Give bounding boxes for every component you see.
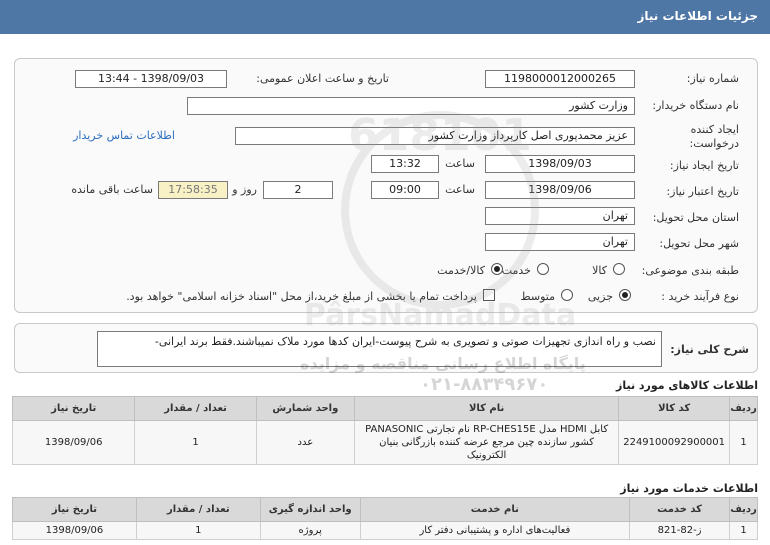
process-minor-radio[interactable]	[619, 289, 631, 301]
process-minor-label: جزیی	[587, 290, 613, 303]
services-table: ردیف کد خدمت نام خدمت واحد اندازه گیری ت…	[12, 497, 758, 540]
treasury-payment-note: پرداخت تمام یا بخشی از مبلغ خرید،از محل …	[126, 290, 477, 303]
goods-header-row: ردیف کد کالا نام کالا واحد شمارش تعداد /…	[11, 396, 758, 421]
goods-cell-name: کابل HDMI مدل RP-CHES15E نام تجارتی PANA…	[353, 420, 620, 465]
announce-field[interactable]: 1398/09/03 - 13:44	[75, 70, 227, 88]
treasury-payment-checkbox[interactable]	[483, 289, 495, 301]
category-service-radio[interactable]	[537, 263, 549, 275]
process-medium-label: متوسط	[520, 290, 555, 303]
created-date-label: تاریخ ایجاد نیاز:	[669, 159, 739, 172]
announce-label: تاریخ و ساعت اعلان عمومی:	[256, 72, 389, 85]
services-col-date: تاریخ نیاز	[12, 497, 137, 522]
created-date-field[interactable]: 1398/09/03	[485, 155, 635, 173]
services-col-code: کد خدمت	[629, 497, 731, 522]
creator-label-1: ایجاد کننده	[690, 123, 739, 136]
goods-cell-date: 1398/09/06	[11, 420, 136, 465]
goods-cell-unit: عدد	[255, 420, 356, 465]
created-time-field[interactable]: 13:32	[371, 155, 439, 173]
services-section-title: اطلاعات خدمات مورد نیاز	[620, 482, 758, 495]
process-label: نوع فرآیند خرید :	[661, 290, 739, 303]
page-title: جزئیات اطلاعات نیاز	[637, 9, 758, 23]
days-label: روز و	[232, 183, 257, 196]
services-cell-row: 1	[729, 521, 758, 540]
category-goods-radio[interactable]	[613, 263, 625, 275]
goods-col-name: نام کالا	[353, 396, 620, 421]
table-row[interactable]: 1 2249100092900001 کابل HDMI مدل RP-CHES…	[11, 420, 758, 465]
services-cell-unit: پروژه	[259, 521, 361, 540]
services-header-row: ردیف کد خدمت نام خدمت واحد اندازه گیری ت…	[12, 497, 758, 522]
table-row[interactable]: 1 ز-82-821 فعالیت‌های اداره و پشتیبانی د…	[12, 521, 758, 540]
remaining-label: ساعت باقی مانده	[71, 183, 153, 196]
city-label: شهر محل تحویل:	[659, 237, 739, 250]
process-medium-radio[interactable]	[561, 289, 573, 301]
valid-date-field[interactable]: 1398/09/06	[485, 181, 635, 199]
goods-section-title: اطلاعات کالاهای مورد نیاز	[616, 379, 758, 392]
need-info-panel: شماره نیاز: 1198000012000265 تاریخ و ساع…	[14, 58, 758, 313]
category-goods-service-radio[interactable]	[491, 263, 503, 275]
services-cell-code: ز-82-821	[629, 521, 731, 540]
goods-table: ردیف کد کالا نام کالا واحد شمارش تعداد /…	[11, 396, 758, 465]
category-label: طبقه بندی موضوعی:	[641, 264, 739, 277]
watermark-line1: پایگاه اطلاع رسانی مناقصه و مزایده	[300, 354, 586, 373]
valid-date-label: تاریخ اعتبار نیاز:	[666, 185, 739, 198]
services-cell-name: فعالیت‌های اداره و پشتیبانی دفتر کار	[359, 521, 631, 540]
valid-time-field[interactable]: 09:00	[371, 181, 439, 199]
creator-label-2: درخواست:	[689, 137, 739, 150]
buyer-org-label: نام دستگاه خریدار:	[652, 99, 739, 112]
buyer-org-field[interactable]: وزارت کشور	[187, 97, 635, 115]
services-col-qty: تعداد / مقدار	[135, 497, 261, 522]
goods-cell-row: 1	[729, 420, 758, 465]
created-time-label: ساعت	[445, 157, 475, 170]
page-header: جزئیات اطلاعات نیاز	[0, 0, 770, 34]
category-service-label: خدمت	[501, 264, 531, 277]
need-number-label: شماره نیاز:	[686, 72, 739, 85]
valid-time-label: ساعت	[445, 183, 475, 196]
remaining-time-field: 17:58:35	[158, 181, 228, 199]
goods-col-qty: تعداد / مقدار	[134, 396, 257, 421]
category-goods-label: کالا	[592, 264, 607, 277]
services-col-row: ردیف	[729, 497, 758, 522]
services-col-name: نام خدمت	[359, 497, 631, 522]
goods-col-date: تاریخ نیاز	[11, 396, 136, 421]
watermark-phone: ۰۲۱-۸۸۳۴۹۶۷۰	[420, 374, 549, 395]
province-label: استان محل تحویل:	[652, 211, 739, 224]
services-cell-date: 1398/09/06	[12, 521, 137, 540]
goods-cell-code: 2249100092900001	[618, 420, 731, 465]
city-field[interactable]: تهران	[485, 233, 635, 251]
goods-cell-qty: 1	[134, 420, 257, 465]
creator-field[interactable]: عزیز محمدپوری اصل کارپرداز وزارت کشور	[235, 127, 635, 145]
need-number-field[interactable]: 1198000012000265	[485, 70, 635, 88]
services-col-unit: واحد اندازه گیری	[259, 497, 361, 522]
description-label: شرح کلی نیاز:	[670, 343, 749, 356]
goods-col-row: ردیف	[729, 396, 758, 421]
province-field[interactable]: تهران	[485, 207, 635, 225]
days-field[interactable]: 2	[263, 181, 333, 199]
services-cell-qty: 1	[135, 521, 261, 540]
category-goods-service-label: کالا/خدمت	[437, 264, 485, 277]
goods-col-unit: واحد شمارش	[255, 396, 356, 421]
goods-col-code: کد کالا	[618, 396, 731, 421]
buyer-contact-link[interactable]: اطلاعات تماس خریدار	[73, 129, 175, 142]
